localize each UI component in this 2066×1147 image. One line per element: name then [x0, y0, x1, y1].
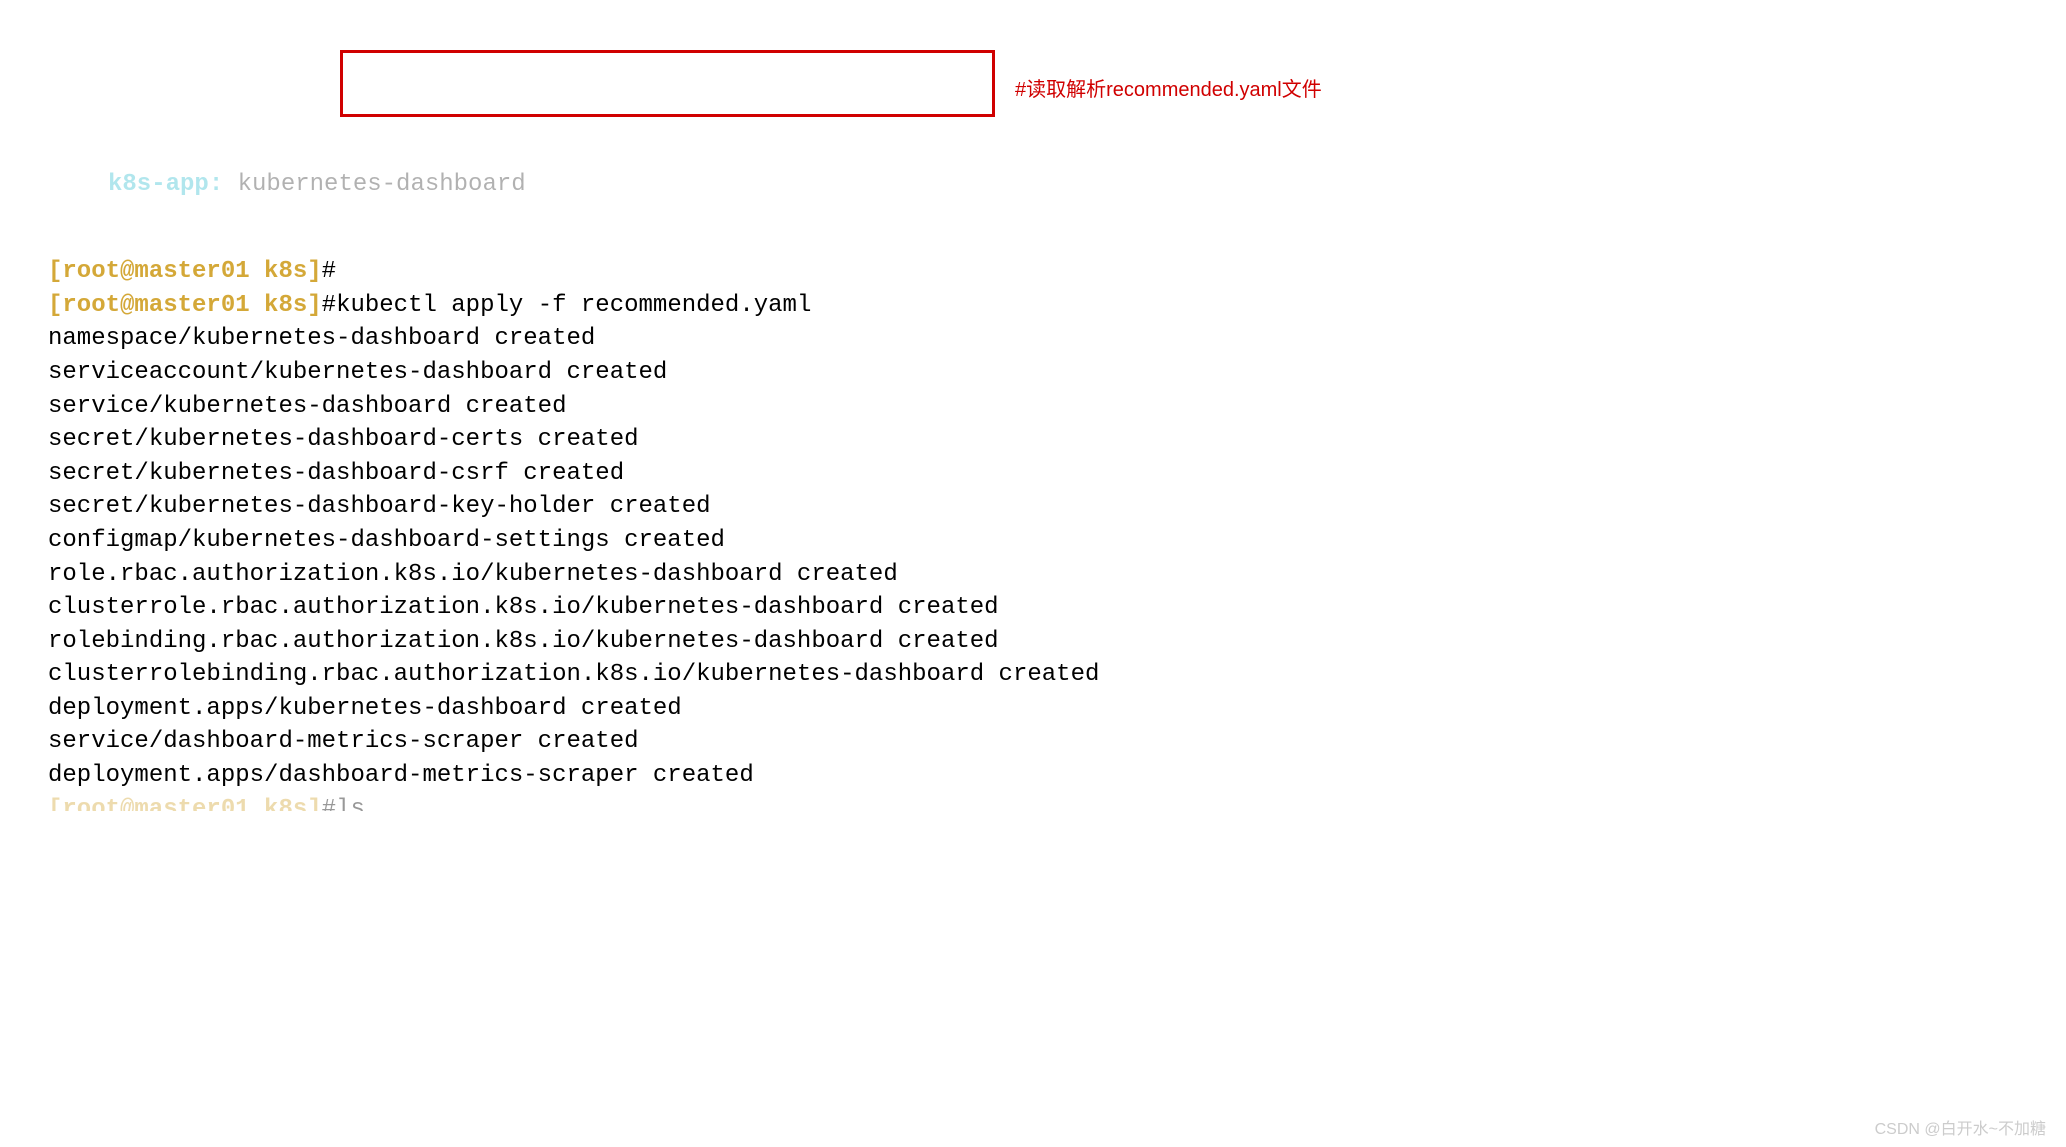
shell-prompt: [root@master01 k8s] — [48, 258, 322, 285]
output-line: clusterrole.rbac.authorization.k8s.io/ku… — [48, 591, 2018, 625]
yaml-value: kubernetes-dashboard — [223, 171, 525, 198]
output-line: clusterrolebinding.rbac.authorization.k8… — [48, 658, 2018, 692]
kubectl-command: kubectl apply -f recommended.yaml — [336, 292, 811, 319]
hash-symbol: # — [322, 292, 336, 319]
csdn-watermark: CSDN @白开水~不加糖 — [1875, 1119, 2046, 1141]
hash-symbol: # — [322, 258, 336, 285]
output-line: namespace/kubernetes-dashboard created — [48, 322, 2018, 356]
prompt-line-3: [root@master01 k8s]#ls — [48, 793, 2018, 811]
prompt-line-1: [root@master01 k8s]# — [48, 255, 2018, 289]
yaml-fragment: k8s-app: kubernetes-dashboard — [108, 168, 2018, 202]
output-line: configmap/kubernetes-dashboard-settings … — [48, 524, 2018, 558]
output-line: rolebinding.rbac.authorization.k8s.io/ku… — [48, 625, 2018, 659]
highlight-rectangle — [340, 50, 995, 117]
annotation-text: #读取解析recommended.yaml文件 — [1015, 76, 1322, 104]
output-line: role.rbac.authorization.k8s.io/kubernete… — [48, 558, 2018, 592]
output-line: serviceaccount/kubernetes-dashboard crea… — [48, 356, 2018, 390]
ls-command: ls — [336, 796, 365, 811]
output-line: deployment.apps/kubernetes-dashboard cre… — [48, 692, 2018, 726]
output-line: service/dashboard-metrics-scraper create… — [48, 725, 2018, 759]
hash-symbol: # — [322, 796, 336, 811]
shell-prompt: [root@master01 k8s] — [48, 796, 322, 811]
output-line: service/kubernetes-dashboard created — [48, 390, 2018, 424]
prompt-line-2[interactable]: [root@master01 k8s]#kubectl apply -f rec… — [48, 289, 2018, 323]
output-line: deployment.apps/dashboard-metrics-scrape… — [48, 759, 2018, 793]
yaml-key: k8s-app: — [108, 171, 223, 198]
output-line: secret/kubernetes-dashboard-key-holder c… — [48, 490, 2018, 524]
shell-prompt: [root@master01 k8s] — [48, 292, 322, 319]
output-line: secret/kubernetes-dashboard-certs create… — [48, 423, 2018, 457]
terminal-output: k8s-app: kubernetes-dashboard [root@mast… — [0, 134, 2066, 844]
output-line: secret/kubernetes-dashboard-csrf created — [48, 457, 2018, 491]
